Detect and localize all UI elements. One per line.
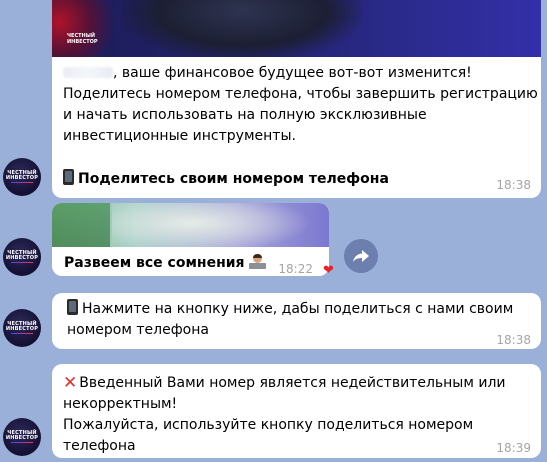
mobile-phone-icon bbox=[67, 299, 78, 315]
share-phone-prompt-label: Поделитесь своим номером телефона bbox=[78, 171, 389, 187]
message-text-line1: , ваше финансовое будущее вот-вот измени… bbox=[113, 65, 472, 81]
avatar-accent-line bbox=[11, 442, 33, 443]
technologist-emoji-icon bbox=[248, 254, 266, 269]
heart-reaction-icon[interactable]: ❤ bbox=[323, 264, 334, 277]
message-text: Нажмите на кнопку ниже, дабы поделиться … bbox=[67, 299, 527, 341]
media-blurred-figure bbox=[112, 203, 312, 247]
message-media-image[interactable]: ЧЕСТНЫЙ ИНВЕСТОР bbox=[52, 0, 541, 57]
message-text-line1: Нажмите на кнопку ниже, дабы поделиться … bbox=[82, 301, 514, 317]
message-text: ✕ Введенный Вами номер является недействи… bbox=[63, 373, 533, 457]
message-media-video[interactable] bbox=[52, 203, 329, 247]
message-text-line2: номером телефона bbox=[67, 322, 209, 338]
message-text-line3: Пожалуйста, используйте кнопку поделитьс… bbox=[63, 417, 474, 454]
forward-arrow-icon bbox=[353, 250, 369, 262]
media-red-glow bbox=[52, 0, 122, 57]
message-caption-text: Развеем все сомнения bbox=[64, 255, 245, 271]
bot-avatar[interactable]: ЧЕСТНЫЙ ИНВЕСТОР bbox=[3, 309, 41, 347]
message-time: 18:38 bbox=[496, 333, 531, 347]
avatar-accent-line bbox=[11, 333, 33, 334]
message-bubble-press-button[interactable]: Нажмите на кнопку ниже, дабы поделиться … bbox=[52, 293, 541, 349]
avatar-accent-line bbox=[11, 262, 33, 263]
forward-button[interactable] bbox=[344, 239, 378, 273]
avatar-label: ЧЕСТНЫЙ ИНВЕСТОР bbox=[5, 170, 39, 181]
message-time: 18:39 bbox=[496, 441, 531, 455]
bot-avatar[interactable]: ЧЕСТНЫЙ ИНВЕСТОР bbox=[3, 158, 41, 196]
bot-avatar[interactable]: ЧЕСТНЫЙ ИНВЕСТОР bbox=[3, 418, 41, 456]
message-time: 18:38 bbox=[496, 178, 531, 192]
message-bubble-video[interactable]: Развеем все сомнения 18:22 bbox=[52, 203, 329, 276]
message-text-line4: инвестиционные инструменты. bbox=[63, 128, 296, 144]
chat-history: ЧЕСТНЫЙ ИНВЕСТОР , ваше финансовое будущ… bbox=[0, 0, 547, 462]
message-text-line3: и начать использовать на полную эксклюзи… bbox=[63, 107, 427, 123]
media-green-strip bbox=[52, 203, 110, 247]
message-time: 18:22 bbox=[278, 262, 313, 276]
mobile-phone-icon bbox=[63, 169, 74, 185]
cross-mark-icon: ✕ bbox=[63, 373, 78, 393]
share-phone-prompt: Поделитесь своим номером телефона bbox=[63, 169, 389, 190]
message-text-line1: Введенный Вами номер является недействит… bbox=[79, 375, 506, 391]
avatar-accent-line bbox=[11, 182, 33, 183]
media-logo-caption: ЧЕСТНЫЙ ИНВЕСТОР bbox=[67, 33, 98, 45]
message-bubble-registration[interactable]: ЧЕСТНЫЙ ИНВЕСТОР , ваше финансовое будущ… bbox=[52, 0, 541, 198]
message-caption: Развеем все сомнения bbox=[64, 253, 266, 274]
redacted-username bbox=[63, 67, 113, 78]
message-bubble-invalid-number[interactable]: ✕ Введенный Вами номер является недействи… bbox=[52, 364, 541, 458]
bot-avatar[interactable]: ЧЕСТНЫЙ ИНВЕСТОР bbox=[3, 238, 41, 276]
avatar-label: ЧЕСТНЫЙ ИНВЕСТОР bbox=[5, 430, 39, 441]
media-person-silhouette bbox=[122, 0, 362, 57]
avatar-label: ЧЕСТНЫЙ ИНВЕСТОР bbox=[5, 321, 39, 332]
avatar-label: ЧЕСТНЫЙ ИНВЕСТОР bbox=[5, 250, 39, 261]
message-text-line2: некорректным! bbox=[63, 396, 178, 412]
message-text: , ваше финансовое будущее вот-вот измени… bbox=[63, 63, 538, 147]
message-text-line2: Поделитесь номером телефона, чтобы завер… bbox=[63, 86, 538, 102]
